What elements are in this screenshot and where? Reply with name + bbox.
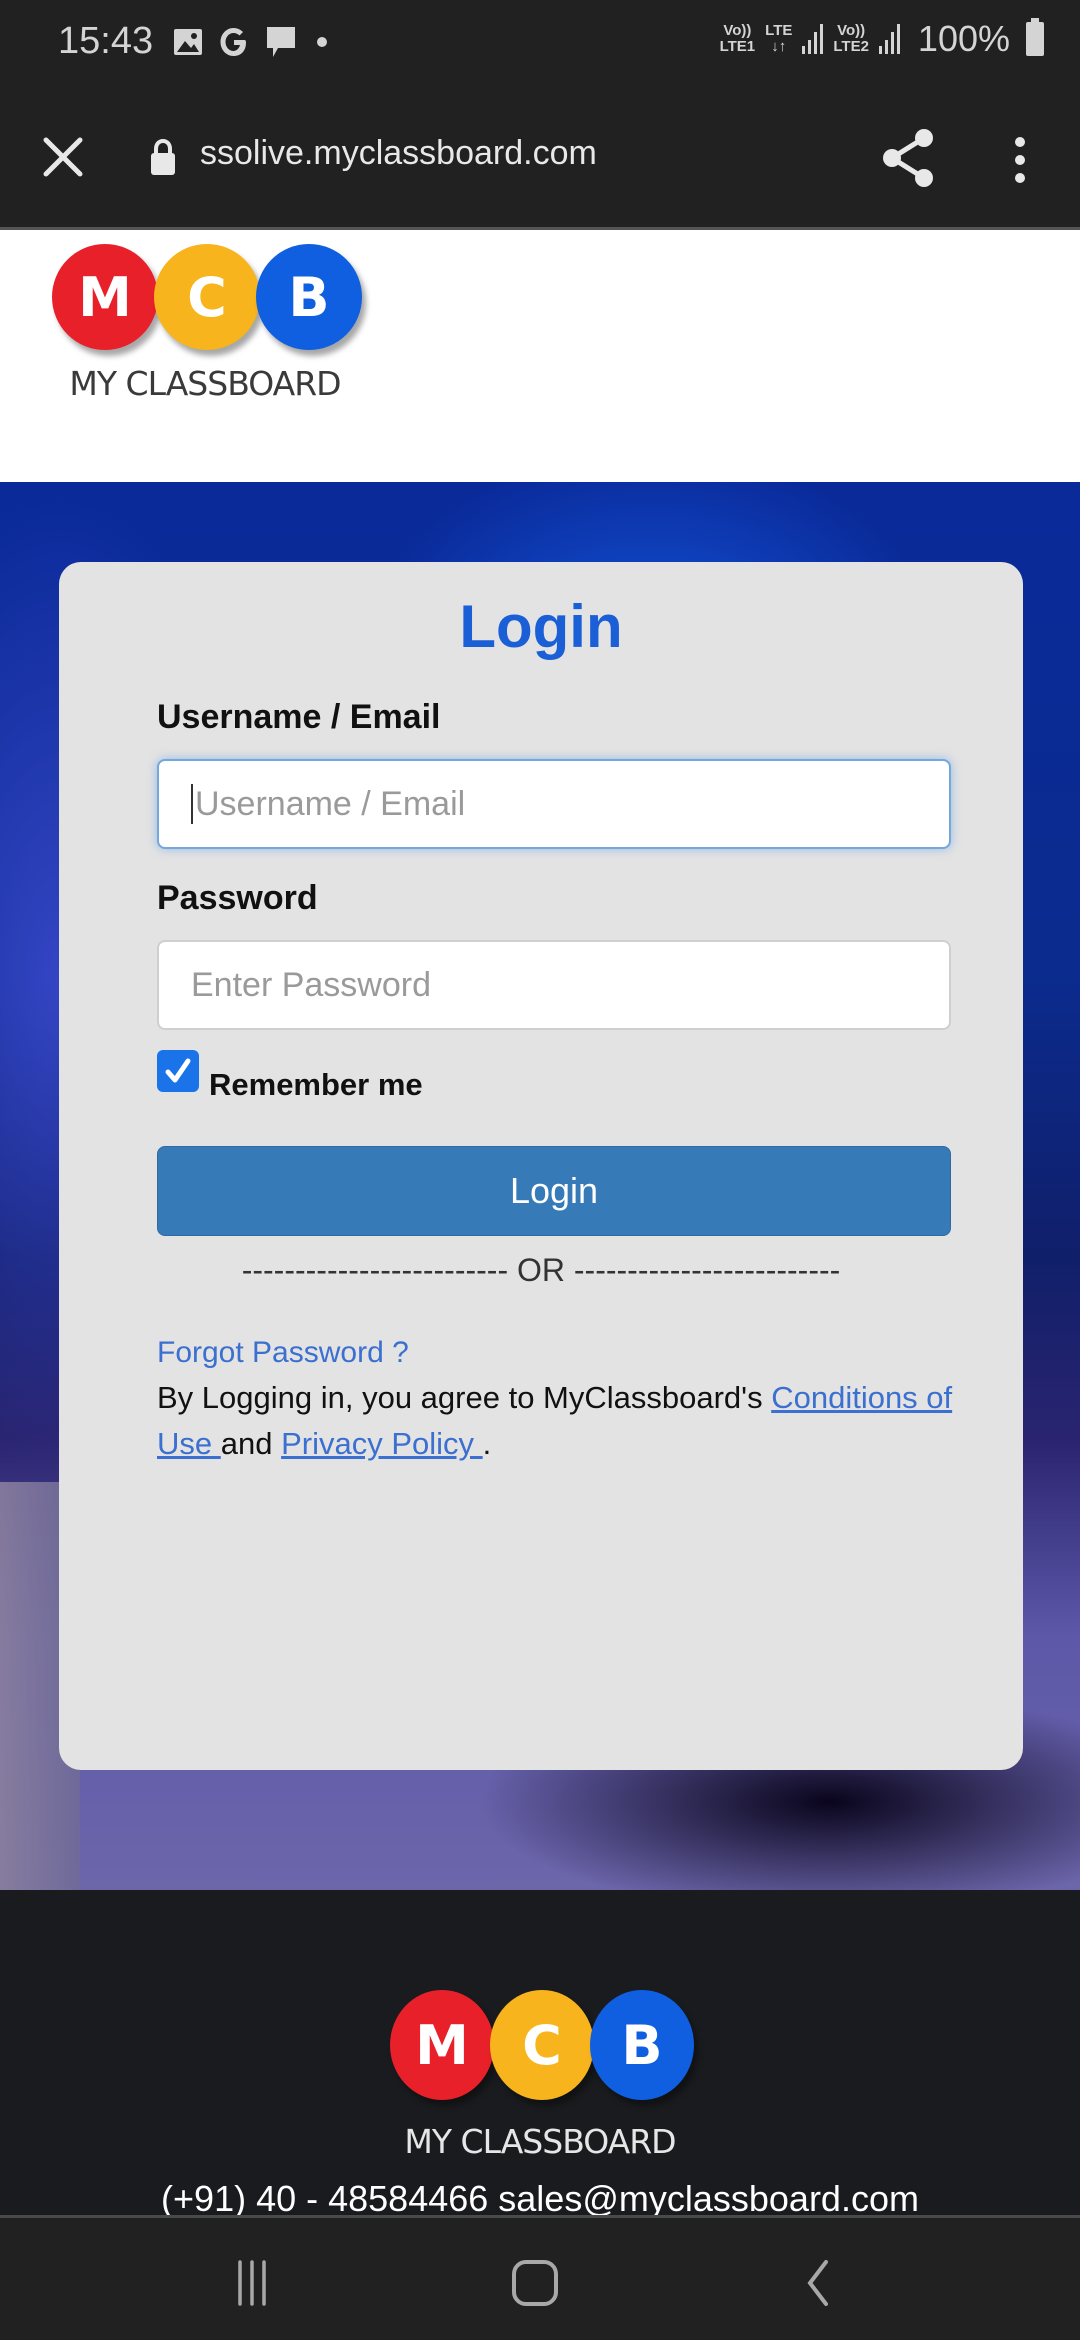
logo-text: MY CLASSBOARD: [69, 364, 341, 403]
dot-icon: [317, 37, 327, 47]
gallery-icon: [174, 29, 202, 55]
logo-circle-c: C: [154, 244, 260, 350]
close-icon: [43, 137, 83, 177]
recents-icon: [238, 2260, 266, 2306]
site-header: M C B MY CLASSBOARD: [0, 230, 1080, 482]
back-icon: [807, 2260, 828, 2306]
logo-text: MY CLASSBOARD: [404, 2122, 676, 2161]
home-button[interactable]: [505, 2258, 565, 2308]
signal-strength-2-icon: [878, 24, 900, 54]
battery-icon: [1026, 18, 1044, 56]
remember-me-checkbox[interactable]: [157, 1050, 199, 1092]
lte1-label: LTE1: [719, 38, 756, 55]
site-footer: M C B MY CLASSBOARD (+91) 40 - 48584466 …: [0, 1890, 1080, 2215]
share-icon: [883, 129, 933, 187]
logo-circle-b: B: [256, 244, 362, 350]
privacy-policy-link[interactable]: Privacy Policy: [281, 1426, 483, 1461]
google-icon: [220, 28, 246, 56]
login-button[interactable]: Login: [157, 1146, 951, 1236]
login-card: Login Username / Email Username / Email …: [59, 562, 1023, 1770]
lte-data-indicator: LTE ↓↑: [765, 23, 792, 55]
checkmark-icon: [165, 1058, 191, 1083]
username-label: Username / Email: [157, 698, 441, 736]
close-tab-button[interactable]: [38, 132, 88, 182]
terms-text: By Logging in, you agree to MyClassboard…: [157, 1375, 957, 1467]
status-bar: 15:43 Vo)) LTE1 LTE ↓↑ Vo)) LTE2 100%: [0, 0, 1080, 88]
remember-me-label[interactable]: Remember me: [209, 1067, 423, 1103]
password-label: Password: [157, 879, 318, 917]
logo-circles: M C B: [52, 244, 362, 350]
browser-toolbar: ssolive.myclassboard.com: [0, 88, 1080, 230]
home-icon: [512, 2260, 558, 2306]
terms-suffix: .: [482, 1426, 492, 1461]
logo-circles: M C B: [390, 1990, 694, 2100]
volte-lte2-indicator: Vo)) LTE2: [833, 23, 869, 55]
footer-contact: (+91) 40 - 48584466 sales@myclassboard.c…: [161, 2178, 919, 2215]
volte-label: Vo)): [723, 22, 752, 39]
lock-icon: [151, 138, 175, 175]
header-logo[interactable]: M C B MY CLASSBOARD: [52, 244, 362, 403]
hero-background: Login Username / Email Username / Email …: [0, 482, 1080, 1890]
text-caret: [191, 784, 193, 824]
data-arrows-icon: ↓↑: [771, 38, 787, 55]
system-nav-bar: [0, 2215, 1080, 2340]
lte2-label: LTE2: [833, 38, 869, 55]
login-title: Login: [459, 593, 623, 660]
forgot-password-link[interactable]: Forgot Password ?: [157, 1336, 409, 1370]
or-divider: ------------------------- OR -----------…: [241, 1252, 841, 1288]
status-time: 15:43: [58, 20, 154, 62]
recents-button[interactable]: [222, 2258, 282, 2308]
username-placeholder: Username / Email: [195, 784, 466, 823]
volte-lte1-indicator: Vo)) LTE1: [720, 23, 756, 55]
back-button[interactable]: [788, 2258, 848, 2308]
logo-circle-m: M: [52, 244, 158, 350]
volte-label: Vo)): [837, 22, 866, 39]
terms-prefix: By Logging in, you agree to MyClassboard…: [157, 1380, 772, 1415]
signal-strength-1-icon: [802, 24, 824, 54]
password-input[interactable]: Enter Password: [157, 940, 951, 1030]
terms-and: and: [220, 1426, 282, 1461]
logo-circle-b: B: [590, 1990, 694, 2100]
lte-label: LTE: [765, 22, 793, 39]
logo-circle-m: M: [390, 1990, 494, 2100]
web-page: M C B MY CLASSBOARD Login Username / Ema…: [0, 230, 1080, 2215]
system-icons: Vo)) LTE1 LTE ↓↑ Vo)) LTE2 100%: [720, 18, 1044, 60]
more-vert-icon: [1015, 137, 1025, 183]
password-placeholder: Enter Password: [191, 965, 431, 1004]
notification-icons: [172, 24, 332, 60]
url-bar[interactable]: ssolive.myclassboard.com: [200, 134, 597, 173]
footer-logo[interactable]: M C B MY CLASSBOARD: [0, 1990, 1080, 2161]
browser-menu-button[interactable]: [1005, 130, 1035, 190]
logo-circle-c: C: [490, 1990, 594, 2100]
battery-percent: 100%: [917, 18, 1010, 59]
message-icon: [267, 27, 295, 57]
username-input[interactable]: Username / Email: [157, 759, 951, 849]
share-button[interactable]: [880, 128, 936, 188]
